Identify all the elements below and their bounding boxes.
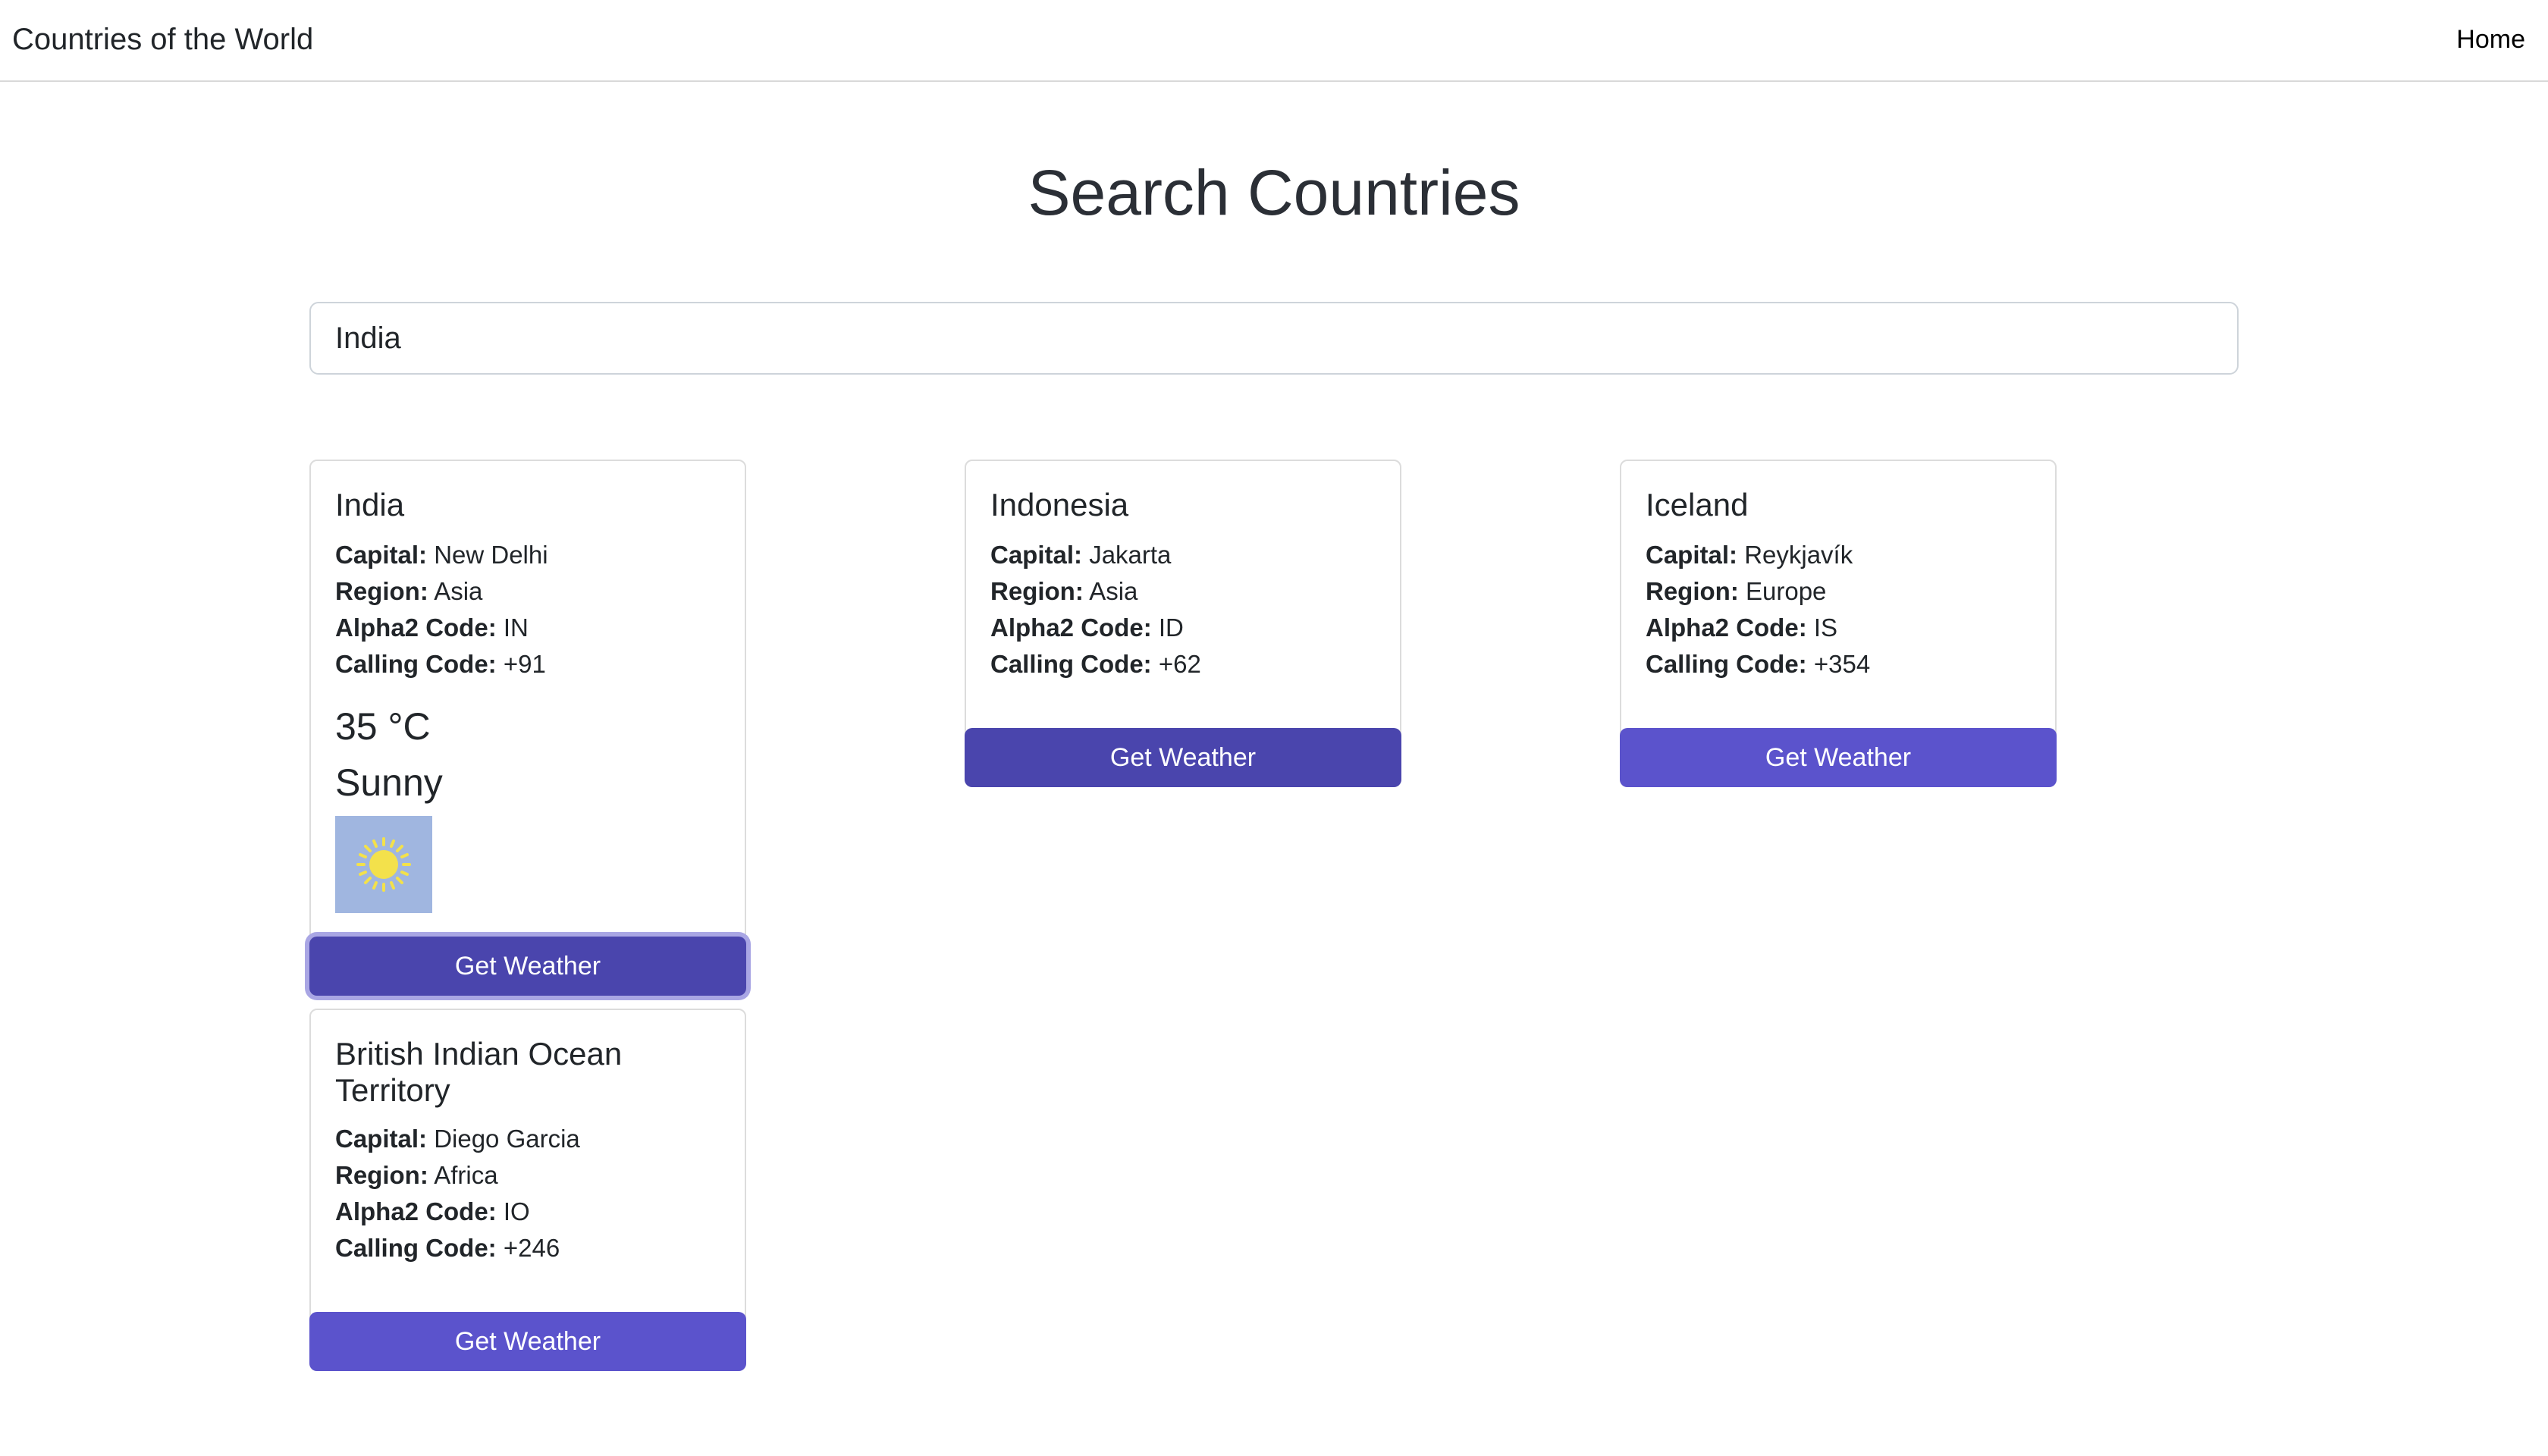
capital-label: Capital: — [990, 541, 1083, 569]
calling-code-label: Calling Code: — [990, 650, 1152, 678]
region-field: Region: Asia — [990, 573, 1138, 610]
calling-code-value: +246 — [503, 1234, 560, 1262]
region-value: Asia — [434, 577, 483, 605]
capital-label: Capital: — [335, 1125, 428, 1153]
weather-description: Sunny — [335, 761, 443, 804]
region-label: Region: — [990, 577, 1084, 605]
capital-field: Capital: Reykjavík — [1646, 537, 1853, 573]
country-card-british-indian-ocean-territory: British Indian Ocean Territory Capital: … — [309, 1009, 746, 1371]
calling-code-label: Calling Code: — [335, 1234, 497, 1262]
capital-label: Capital: — [335, 541, 428, 569]
alpha2-label: Alpha2 Code: — [990, 613, 1152, 642]
country-card-indonesia: Indonesia Capital: Jakarta Region: Asia … — [965, 460, 1401, 787]
alpha2-label: Alpha2 Code: — [1646, 613, 1807, 642]
calling-code-field: Calling Code: +354 — [1646, 646, 1870, 682]
navbar-brand[interactable]: Countries of the World — [12, 21, 313, 58]
region-value: Africa — [434, 1161, 498, 1189]
alpha2-field: Alpha2 Code: IN — [335, 610, 529, 646]
country-card-iceland: Iceland Capital: Reykjavík Region: Europ… — [1620, 460, 2057, 787]
capital-label: Capital: — [1646, 541, 1738, 569]
capital-field: Capital: Jakarta — [990, 537, 1171, 573]
alpha2-field: Alpha2 Code: ID — [990, 610, 1184, 646]
region-value: Asia — [1089, 577, 1138, 605]
country-name: Indonesia — [990, 487, 1129, 522]
region-value: Europe — [1746, 577, 1827, 605]
region-label: Region: — [335, 1161, 428, 1189]
region-label: Region: — [335, 577, 428, 605]
calling-code-field: Calling Code: +91 — [335, 646, 546, 682]
alpha2-field: Alpha2 Code: IS — [1646, 610, 1837, 646]
get-weather-button[interactable]: Get Weather — [309, 937, 746, 996]
get-weather-button[interactable]: Get Weather — [965, 728, 1401, 787]
get-weather-button[interactable]: Get Weather — [309, 1312, 746, 1371]
alpha2-label: Alpha2 Code: — [335, 1197, 497, 1225]
capital-value: Diego Garcia — [434, 1125, 580, 1153]
country-card-india: India Capital: New Delhi Region: Asia Al… — [309, 460, 746, 996]
calling-code-label: Calling Code: — [335, 650, 497, 678]
calling-code-value: +91 — [503, 650, 546, 678]
weather-temperature: 35 °C — [335, 705, 431, 748]
capital-value: Reykjavík — [1744, 541, 1853, 569]
calling-code-field: Calling Code: +62 — [990, 646, 1201, 682]
calling-code-label: Calling Code: — [1646, 650, 1807, 678]
calling-code-value: +62 — [1158, 650, 1201, 678]
page-title: Search Countries — [1028, 157, 1520, 228]
navbar: Countries of the World Home — [0, 0, 2548, 82]
nav-home-link[interactable]: Home — [2456, 24, 2525, 55]
alpha2-value: IO — [503, 1197, 530, 1225]
get-weather-button[interactable]: Get Weather — [1620, 728, 2057, 787]
calling-code-field: Calling Code: +246 — [335, 1230, 560, 1266]
region-label: Region: — [1646, 577, 1739, 605]
region-field: Region: Europe — [1646, 573, 1826, 610]
region-field: Region: Africa — [335, 1157, 498, 1194]
alpha2-value: IS — [1813, 613, 1838, 642]
sun-icon — [356, 837, 411, 892]
alpha2-value: ID — [1158, 613, 1184, 642]
calling-code-value: +354 — [1813, 650, 1871, 678]
capital-field: Capital: Diego Garcia — [335, 1121, 580, 1157]
alpha2-label: Alpha2 Code: — [335, 613, 497, 642]
capital-field: Capital: New Delhi — [335, 537, 548, 573]
country-name: India — [335, 487, 405, 522]
country-name: British Indian Ocean Territory — [335, 1036, 623, 1108]
region-field: Region: Asia — [335, 573, 482, 610]
capital-value: New Delhi — [434, 541, 548, 569]
alpha2-field: Alpha2 Code: IO — [335, 1194, 530, 1230]
alpha2-value: IN — [503, 613, 529, 642]
country-name: Iceland — [1646, 487, 1749, 522]
weather-image — [335, 816, 432, 913]
capital-value: Jakarta — [1089, 541, 1172, 569]
search-input[interactable] — [309, 302, 2239, 375]
